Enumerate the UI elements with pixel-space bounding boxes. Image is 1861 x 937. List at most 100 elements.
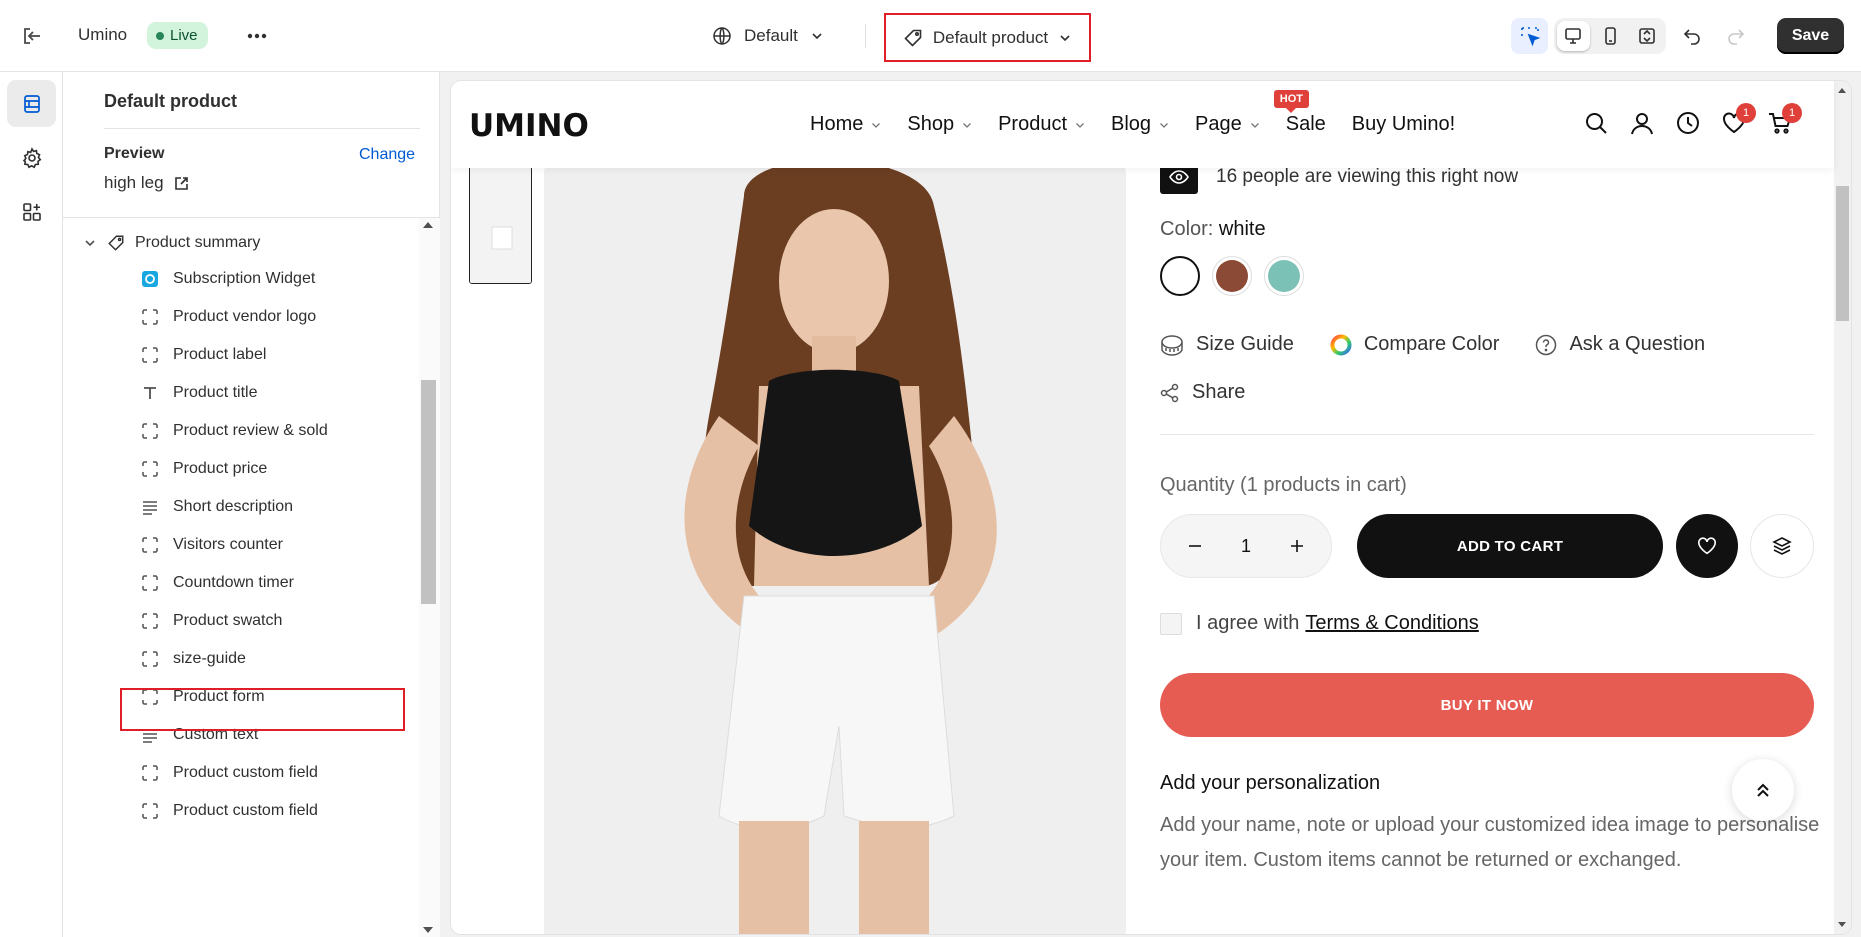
search-icon[interactable] [1584, 111, 1608, 135]
block-product-vendor-logo[interactable]: Product vendor logo [141, 303, 316, 331]
nav-home[interactable]: Home [810, 113, 881, 136]
block-product-title[interactable]: Product title [141, 379, 257, 407]
swatch-brown[interactable] [1212, 256, 1252, 296]
product-thumbnail[interactable] [469, 166, 532, 284]
redo-button[interactable] [1720, 18, 1752, 54]
share-link[interactable]: Share [1160, 381, 1245, 404]
block-label: Product review & sold [173, 422, 328, 439]
highlight-box [120, 688, 405, 731]
back-to-top-button[interactable] [1732, 759, 1794, 821]
nav-blog[interactable]: Blog [1111, 113, 1169, 136]
block-label: Short description [173, 498, 294, 515]
cart-icon[interactable]: 1 [1768, 103, 1802, 135]
section-product-summary[interactable]: Product summary [83, 230, 260, 256]
buy-now-button[interactable]: BUY IT NOW [1160, 673, 1814, 737]
scrollbar-thumb[interactable] [1836, 186, 1849, 321]
compare-button[interactable] [1750, 514, 1814, 578]
icon-rail [0, 72, 63, 937]
block-size-guide[interactable]: size-guide [141, 645, 246, 673]
plus-icon[interactable] [1289, 538, 1305, 554]
add-to-wishlist-button[interactable] [1676, 514, 1738, 578]
add-to-cart-button[interactable]: ADD TO CART [1357, 514, 1663, 578]
color-value: white [1218, 218, 1266, 240]
block-product-label[interactable]: Product label [141, 341, 266, 369]
chevron-down-icon [1160, 122, 1169, 128]
size-guide-link[interactable]: Size Guide [1160, 333, 1294, 356]
block-product-custom-field[interactable]: Product custom field [141, 797, 318, 825]
desktop-view-button[interactable] [1557, 21, 1590, 51]
nav-page[interactable]: Page [1195, 113, 1260, 136]
sidebar-scrollbar[interactable] [419, 218, 440, 937]
storefront-preview: UMINO Home Shop Product Blog Page HOT Sal… [451, 81, 1851, 934]
recently-viewed-icon[interactable] [1676, 111, 1700, 135]
minus-icon[interactable] [1187, 538, 1203, 554]
store-logo[interactable]: UMINO [469, 108, 589, 144]
block-product-price[interactable]: Product price [141, 455, 267, 483]
chevron-down-icon [85, 240, 95, 247]
quantity-stepper: 1 [1160, 514, 1332, 578]
block-product-review-sold[interactable]: Product review & sold [141, 417, 328, 445]
scroll-up-arrow-icon[interactable] [423, 222, 433, 228]
swatch-teal[interactable] [1264, 256, 1304, 296]
desktop-icon [1565, 28, 1582, 44]
swatch-white[interactable] [1160, 256, 1200, 296]
template-selector[interactable]: Default product [884, 13, 1091, 62]
block-icon [141, 650, 159, 668]
color-option-label: Color: white [1160, 218, 1266, 241]
theme-selector[interactable]: Default [712, 20, 824, 52]
nav-product[interactable]: Product [998, 113, 1085, 136]
nav-buy-umino[interactable]: Buy Umino! [1352, 113, 1455, 136]
more-actions-icon[interactable] [244, 24, 270, 48]
block-icon [141, 346, 159, 364]
compare-color-link[interactable]: Compare Color [1330, 333, 1499, 356]
nav-label: Blog [1111, 113, 1152, 135]
visitors-text: 16 people are viewing this right now [1216, 166, 1519, 187]
ask-question-link[interactable]: Ask a Question [1535, 333, 1705, 356]
mobile-view-button[interactable] [1594, 21, 1627, 51]
block-product-custom-field[interactable]: Product custom field [141, 759, 318, 787]
globe-icon [713, 27, 731, 45]
exit-icon[interactable] [20, 24, 48, 48]
block-icon [141, 460, 159, 478]
terms-link[interactable]: Terms & Conditions [1305, 612, 1478, 635]
swatch-color [1268, 260, 1300, 292]
terms-checkbox[interactable] [1160, 612, 1182, 635]
inspector-toggle[interactable] [1511, 18, 1548, 54]
preview-product[interactable]: high leg [104, 173, 189, 193]
wishlist-count-badge: 1 [1736, 103, 1756, 123]
block-icon [141, 574, 159, 592]
block-visitors-counter[interactable]: Visitors counter [141, 531, 283, 559]
chevron-down-icon [812, 33, 822, 40]
preview-scrollbar[interactable] [1834, 81, 1851, 934]
share-label: Share [1192, 381, 1246, 403]
layers-icon [1772, 537, 1792, 555]
text-icon [141, 384, 159, 402]
apps-tab[interactable] [7, 188, 56, 235]
undo-button[interactable] [1676, 18, 1708, 54]
fullscreen-view-button[interactable] [1630, 21, 1663, 51]
theme-settings-tab[interactable] [7, 134, 56, 181]
nav-shop[interactable]: Shop [907, 113, 972, 136]
color-swatches [1160, 256, 1304, 296]
block-icon [141, 536, 159, 554]
scrollbar-thumb[interactable] [421, 380, 436, 604]
save-button[interactable]: Save [1777, 18, 1844, 54]
account-icon[interactable] [1630, 111, 1654, 135]
block-product-swatch[interactable]: Product swatch [141, 607, 282, 635]
quantity-input[interactable]: 1 [1241, 536, 1251, 557]
nav-sale[interactable]: HOT Sale [1273, 90, 1326, 136]
block-countdown-timer[interactable]: Countdown timer [141, 569, 294, 597]
change-preview-link[interactable]: Change [359, 146, 415, 164]
wishlist-icon[interactable]: 1 [1722, 103, 1756, 135]
preview-label: Preview [104, 145, 165, 162]
scroll-down-arrow-icon[interactable] [423, 927, 433, 933]
scroll-up-arrow-icon[interactable] [1838, 88, 1846, 93]
scroll-down-arrow-icon[interactable] [1838, 922, 1846, 927]
block-label: size-guide [173, 650, 246, 667]
product-main-image[interactable] [544, 166, 1126, 934]
chevron-down-icon [963, 122, 972, 128]
quantity-label: Quantity (1 products in cart) [1160, 474, 1407, 496]
sections-tab[interactable] [7, 80, 56, 127]
block-short-description[interactable]: Short description [141, 493, 293, 521]
block-subscription-widget[interactable]: Subscription Widget [141, 265, 315, 293]
